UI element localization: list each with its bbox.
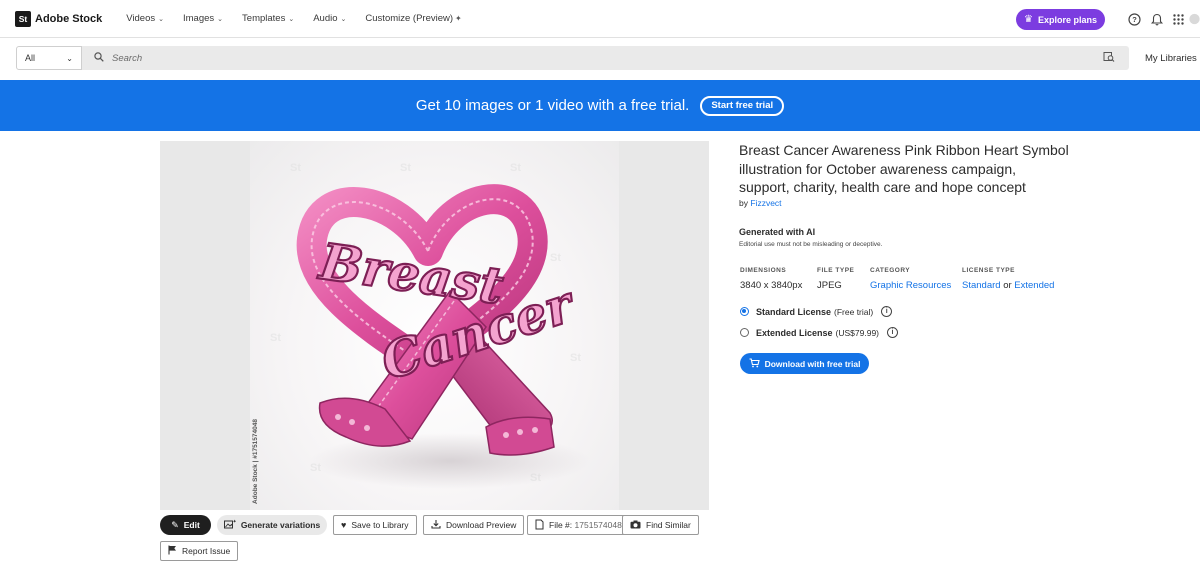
download-with-free-trial-button[interactable]: Download with free trial: [740, 353, 869, 374]
svg-text:St: St: [570, 352, 581, 364]
brand[interactable]: St Adobe Stock: [15, 10, 103, 27]
nav-item-templates[interactable]: Templates ⌄: [242, 13, 294, 24]
visual-search-icon[interactable]: [1103, 51, 1115, 66]
svg-text:?: ?: [1132, 15, 1137, 24]
camera-icon: [630, 520, 641, 531]
info-icon[interactable]: i: [887, 327, 898, 338]
heart-icon: ♥: [341, 520, 347, 530]
nav-item-audio[interactable]: Audio ⌄: [313, 13, 346, 24]
generate-image-icon: ✦: [223, 519, 237, 531]
license-type-value: Standard or Extended: [962, 280, 1055, 291]
extended-license-link[interactable]: Extended: [1014, 280, 1054, 291]
chevron-down-icon: ⌄: [340, 15, 347, 23]
search-icon: [94, 51, 104, 65]
chevron-down-icon: ⌄: [217, 15, 224, 23]
chevron-down-icon: ⌄: [66, 53, 73, 63]
svg-text:St: St: [550, 252, 561, 264]
file-icon: [535, 519, 544, 532]
pink-ribbon-heart-illustration: StStSt StSt StSt StSt Breast Cancer: [270, 162, 590, 489]
apps-grid-icon[interactable]: [1170, 11, 1186, 27]
avatar-icon[interactable]: [1189, 11, 1200, 27]
free-trial-banner: Get 10 images or 1 video with a free tri…: [0, 80, 1200, 131]
start-free-trial-button[interactable]: Start free trial: [700, 95, 785, 116]
nav-item-videos[interactable]: Videos ⌄: [126, 13, 164, 24]
save-to-library-button[interactable]: ♥ Save to Library: [333, 515, 417, 535]
standard-license-link[interactable]: Standard: [962, 280, 1001, 291]
bell-icon[interactable]: [1149, 11, 1165, 27]
category-link[interactable]: Graphic Resources: [870, 280, 951, 291]
file-type-label: FILE TYPE: [817, 267, 855, 274]
image-watermark-text: Adobe Stock | #1751574048: [252, 419, 259, 504]
extended-license-option[interactable]: Extended License (US$79.99) i: [740, 327, 898, 338]
search-input[interactable]: [112, 52, 1072, 64]
svg-text:St: St: [510, 162, 521, 174]
flag-icon: [168, 545, 177, 557]
svg-text:St: St: [400, 162, 411, 174]
license-type-label: LICENSE TYPE: [962, 267, 1015, 274]
adobe-stock-logo: St: [15, 10, 31, 27]
ai-editorial-note: Editorial use must not be misleading or …: [739, 241, 883, 248]
pencil-icon: ✎: [171, 519, 179, 530]
cart-icon: [749, 357, 760, 370]
generated-with-ai-label: Generated with AI: [739, 227, 816, 237]
nav-menu: Videos ⌄ Images ⌄ Templates ⌄ Audio ⌄ Custom…: [126, 13, 481, 24]
info-icon[interactable]: i: [881, 306, 893, 317]
file-id: 1751574048: [574, 520, 622, 530]
extended-license-radio[interactable]: [740, 328, 749, 337]
crown-icon: ♛: [1024, 14, 1033, 25]
asset-preview-image[interactable]: StStSt StSt StSt StSt Breast Cancer Adob…: [250, 141, 619, 510]
standard-license-option[interactable]: Standard License (Free trial) i: [740, 306, 893, 317]
chevron-down-icon: ⌄: [288, 15, 295, 23]
my-libraries-link[interactable]: My Libraries: [1145, 53, 1197, 64]
brand-name: Adobe Stock: [35, 12, 103, 25]
category-label: CATEGORY: [870, 267, 911, 274]
sparkle-icon: ✦: [455, 14, 462, 23]
category-value: Graphic Resources: [870, 280, 951, 291]
explore-plans-button[interactable]: ♛ Explore plans: [1016, 9, 1105, 30]
help-icon[interactable]: ?: [1126, 11, 1142, 27]
standard-license-radio[interactable]: [740, 307, 749, 316]
svg-text:St: St: [290, 162, 301, 174]
search-field: [82, 46, 1129, 70]
svg-text:St: St: [270, 332, 281, 344]
search-bar-row: All ⌄ My Libraries: [0, 38, 1200, 79]
download-preview-button[interactable]: Download Preview: [423, 515, 525, 535]
dimensions-label: DIMENSIONS: [740, 267, 787, 274]
chevron-down-icon: ⌄: [158, 15, 164, 23]
banner-text: Get 10 images or 1 video with a free tri…: [415, 97, 690, 114]
file-id-button[interactable]: File #: 1751574048: [527, 515, 630, 535]
edit-button[interactable]: ✎ Edit: [160, 515, 211, 535]
dimensions-value: 3840 x 3840px: [740, 280, 803, 291]
svg-text:✦: ✦: [232, 519, 236, 525]
nav-item-customize[interactable]: Customize (Preview) ✦: [365, 13, 461, 24]
report-issue-button[interactable]: Report Issue: [160, 541, 239, 561]
asset-title: Breast Cancer Awareness Pink Ribbon Hear…: [739, 142, 1069, 195]
author-byline: by Fizzvect: [739, 198, 782, 208]
file-type-value: JPEG: [817, 280, 842, 291]
search-scope-dropdown[interactable]: All ⌄: [16, 46, 82, 70]
generate-variations-button[interactable]: ✦ Generate variations: [217, 515, 327, 535]
find-similar-button[interactable]: Find Similar: [622, 515, 699, 535]
download-icon: [431, 519, 441, 531]
author-link[interactable]: Fizzvect: [750, 198, 781, 208]
nav-item-images[interactable]: Images ⌄: [183, 13, 223, 24]
